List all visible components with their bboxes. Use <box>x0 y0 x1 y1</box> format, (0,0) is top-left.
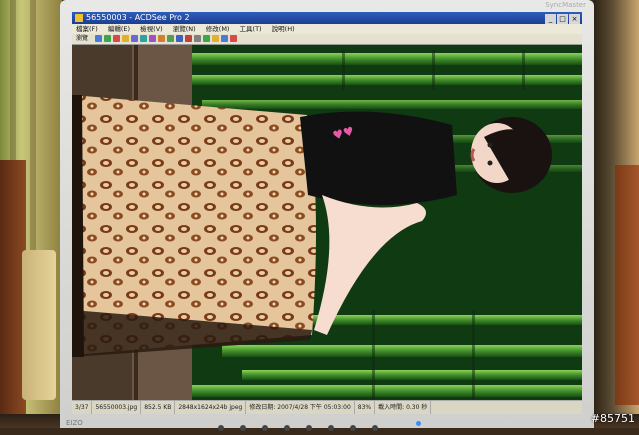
menu-edit[interactable]: 編輯(E) <box>108 25 130 33</box>
toolbar-icon-button[interactable] <box>193 35 201 42</box>
minimize-button[interactable]: _ <box>545 14 556 24</box>
menu-tools[interactable]: 工具(T) <box>240 25 262 33</box>
toolbar-icon-button[interactable] <box>157 35 165 42</box>
toolbar-icon-button[interactable] <box>94 35 102 42</box>
toolbar-icon-button[interactable] <box>211 35 219 42</box>
toolbar-icon-button[interactable] <box>112 35 120 42</box>
monitor-button[interactable] <box>240 425 246 431</box>
toolbar-icon-button[interactable] <box>175 35 183 42</box>
screen: 56550003 - ACDSee Pro 2 _ □ × 檔案(F) 編輯(E) … <box>72 12 582 414</box>
monitor-buttons <box>210 416 430 431</box>
close-button[interactable]: × <box>569 14 580 24</box>
monitor-button[interactable] <box>350 425 356 431</box>
curtain-fold <box>30 0 36 250</box>
maximize-button[interactable]: □ <box>557 14 568 24</box>
toolbar-icon-button[interactable] <box>139 35 147 42</box>
title-bar: 56550003 - ACDSee Pro 2 _ □ × <box>72 12 582 24</box>
menu-file[interactable]: 檔案(F) <box>76 25 98 33</box>
menu-modify[interactable]: 修改(M) <box>206 25 230 33</box>
monitor-logo: EIZO <box>66 419 83 427</box>
status-index: 3/37 <box>72 401 93 414</box>
watermark: #85751 <box>590 412 635 425</box>
toolbar-icon-button[interactable] <box>103 35 111 42</box>
toolbar-browse-button[interactable]: 瀏覽 <box>76 35 88 42</box>
monitor-button[interactable] <box>372 425 378 431</box>
toolbar-icon-button[interactable] <box>220 35 228 42</box>
status-bar: 3/37 56550003.jpg 852.5 KB 2848x1624x24b jp… <box>72 400 582 414</box>
menu-help[interactable]: 說明(H) <box>272 25 295 33</box>
black-top <box>300 111 457 205</box>
curtain-background <box>0 0 62 428</box>
photo-viewer: ♥♥ <box>72 45 582 400</box>
menu-browse[interactable]: 瀏覽(N) <box>173 25 196 33</box>
window-title: 56550003 - ACDSee Pro 2 <box>86 13 190 22</box>
toolbar-icon-button[interactable] <box>166 35 174 42</box>
status-zoom[interactable]: 83% <box>355 401 376 414</box>
chair-right <box>615 165 639 405</box>
status-dimensions: 2848x1624x24b jpeg <box>175 401 247 414</box>
monitor-button[interactable] <box>262 425 268 431</box>
toolbar-icon-button[interactable] <box>184 35 192 42</box>
app-icon <box>75 14 83 22</box>
monitor-button[interactable] <box>306 425 312 431</box>
menu-view[interactable]: 檢視(V) <box>140 25 163 33</box>
cushion <box>22 250 56 400</box>
power-led-icon <box>416 421 421 426</box>
toolbar-icon-button[interactable] <box>229 35 237 42</box>
toolbar: 瀏覽 <box>72 34 582 45</box>
status-filesize: 852.5 KB <box>141 401 176 414</box>
toolbar-icon-button[interactable] <box>148 35 156 42</box>
toolbar-icon-button[interactable] <box>202 35 210 42</box>
room-right-background <box>594 0 639 428</box>
menu-bar: 檔案(F) 編輯(E) 檢視(V) 瀏覽(N) 修改(M) 工具(T) 說明(H… <box>72 24 582 34</box>
status-date: 修改日期: 2007/4/28 下午 05:03:00 <box>246 401 355 414</box>
toolbar-icon-button[interactable] <box>130 35 138 42</box>
toolbar-icon-button[interactable] <box>121 35 129 42</box>
monitor-brand: SyncMaster <box>545 1 586 9</box>
monitor-button[interactable] <box>218 425 224 431</box>
photo-image: ♥♥ <box>72 45 582 400</box>
status-filename: 56550003.jpg <box>92 401 142 414</box>
monitor-button[interactable] <box>328 425 334 431</box>
monitor: SyncMaster 56550003 - ACDSee Pro 2 _ □ × 檔… <box>60 0 594 431</box>
monitor-button[interactable] <box>284 425 290 431</box>
status-load-time: 載入時間: 0.30 秒 <box>375 401 432 414</box>
